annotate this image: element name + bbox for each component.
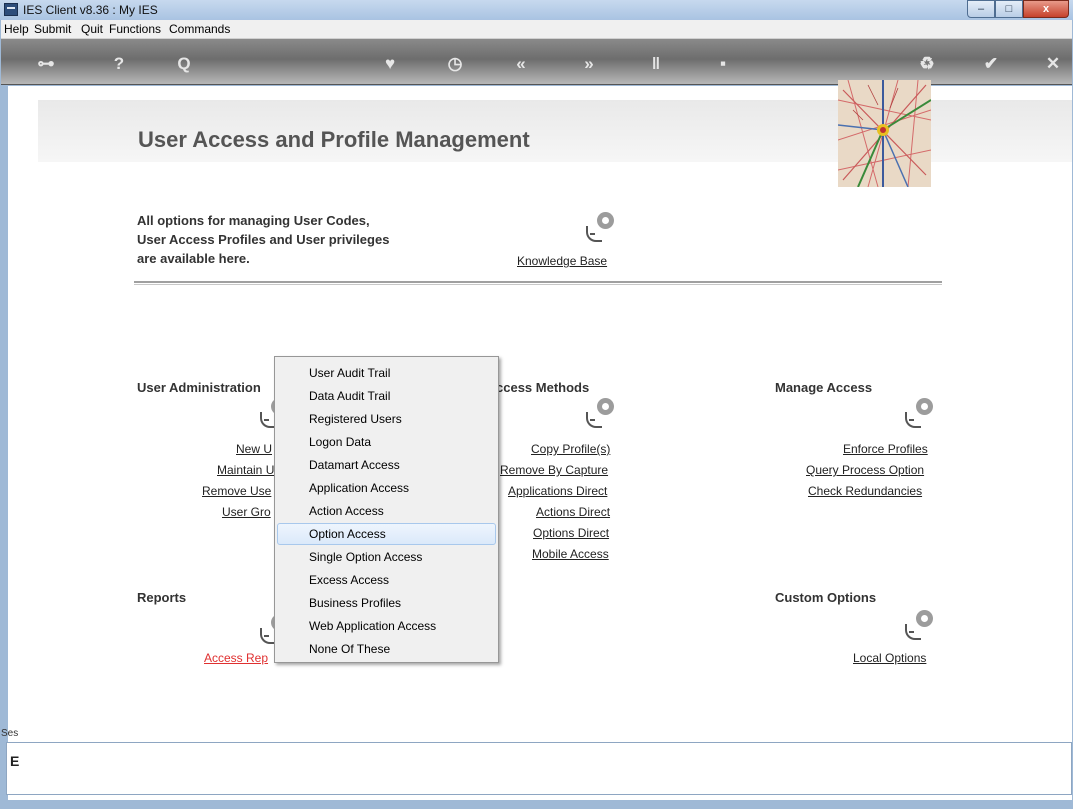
menu-bar: Help Submit Quit Functions Commands [1,20,1072,39]
manage-access-key-icon[interactable] [903,398,933,428]
mobile-access-link[interactable]: Mobile Access [532,547,609,561]
query-process-option-link[interactable]: Query Process Option [806,463,924,477]
close-window-button[interactable]: x [1023,0,1069,18]
user-groups-link[interactable]: User Gro [222,505,271,519]
window-bottom-border [0,800,1073,809]
menu-item-datamart-access[interactable]: Datamart Access [277,454,496,476]
minimize-button[interactable]: – [967,0,995,18]
menu-item-web-application-access[interactable]: Web Application Access [277,615,496,637]
menu-item-logon-data[interactable]: Logon Data [277,431,496,453]
heart-icon[interactable]: ♥ [375,52,405,76]
search-icon[interactable]: Q [169,52,199,76]
app-window: IES Client v8.36 : My IES – □ x Help Sub… [0,0,1073,809]
menu-item-data-audit-trail[interactable]: Data Audit Trail [277,385,496,407]
menu-item-excess-access[interactable]: Excess Access [277,569,496,591]
window-controls: – □ x [967,0,1069,18]
menu-item-registered-users[interactable]: Registered Users [277,408,496,430]
window-title: IES Client v8.36 : My IES [23,3,158,17]
menu-item-single-option-access[interactable]: Single Option Access [277,546,496,568]
copy-profiles-link[interactable]: Copy Profile(s) [531,442,610,456]
check-icon[interactable]: ✔ [976,52,1006,76]
local-options-link[interactable]: Local Options [853,651,926,665]
toolbar: ⊶ ? Q ♥ ◷ « » ǁ ▪ ♻ ✔ ✕ [1,39,1072,85]
menu-commands[interactable]: Commands [169,22,230,36]
close-icon[interactable]: ✕ [1038,52,1068,76]
report-popup-menu: User Audit Trail Data Audit Trail Regist… [274,356,499,663]
help-icon[interactable]: ? [104,52,134,76]
menu-quit[interactable]: Quit [81,22,103,36]
section-title-access-methods: ccess Methods [496,380,590,395]
access-reports-link[interactable]: Access Rep [204,651,268,665]
back-icon[interactable]: « [506,52,536,76]
remove-users-link[interactable]: Remove Use [202,484,271,498]
section-title-custom-options: Custom Options [775,590,877,605]
intro-line-2: User Access Profiles and User privileges [137,232,390,247]
check-redundancies-link[interactable]: Check Redundancies [808,484,922,498]
app-icon [4,3,18,16]
menu-item-business-profiles[interactable]: Business Profiles [277,592,496,614]
new-user-link[interactable]: New U [236,442,272,456]
section-title-reports: Reports [137,590,187,605]
menu-item-user-audit-trail[interactable]: User Audit Trail [277,362,496,384]
intro-line-3: are available here. [137,251,250,266]
options-direct-link[interactable]: Options Direct [533,526,609,540]
recycle-icon[interactable]: ♻ [912,52,942,76]
menu-functions[interactable]: Functions [109,22,161,36]
custom-options-key-icon[interactable] [903,610,933,640]
page-title: User Access and Profile Management [138,127,530,152]
maintain-users-link[interactable]: Maintain U [217,463,274,477]
clock-icon[interactable]: ◷ [440,52,470,76]
header-divider [134,281,942,285]
menu-submit[interactable]: Submit [34,22,71,36]
menu-help[interactable]: Help [4,22,29,36]
maximize-button[interactable]: □ [995,0,1023,18]
map-thumbnail [838,80,931,187]
actions-direct-link[interactable]: Actions Direct [536,505,610,519]
intro-line-1: All options for managing User Codes, [137,213,370,228]
key-icon[interactable]: ⊶ [31,52,61,76]
session-glyph: E [10,753,20,769]
menu-item-action-access[interactable]: Action Access [277,500,496,522]
section-title-user-administration: User Administration [137,380,261,395]
tools-icon[interactable]: ǁ [641,52,671,76]
knowledge-base-key-icon[interactable] [584,212,614,242]
session-label: Ses [1,728,19,739]
remove-by-capture-link[interactable]: Remove By Capture [500,463,608,477]
applications-direct-link[interactable]: Applications Direct [508,484,607,498]
menu-item-application-access[interactable]: Application Access [277,477,496,499]
access-methods-key-icon[interactable] [584,398,614,428]
forward-icon[interactable]: » [574,52,604,76]
intro-text: All options for managing User Codes, Use… [137,211,389,268]
menu-item-none-of-these[interactable]: None Of These [277,638,496,660]
section-title-manage-access: Manage Access [775,380,873,395]
title-bar: IES Client v8.36 : My IES – □ x [0,0,1073,20]
menu-item-option-access[interactable]: Option Access [277,523,496,545]
enforce-profiles-link[interactable]: Enforce Profiles [843,442,928,456]
knowledge-base-link[interactable]: Knowledge Base [517,254,607,268]
calculator-icon[interactable]: ▪ [708,52,738,76]
session-panel: E [6,742,1072,795]
